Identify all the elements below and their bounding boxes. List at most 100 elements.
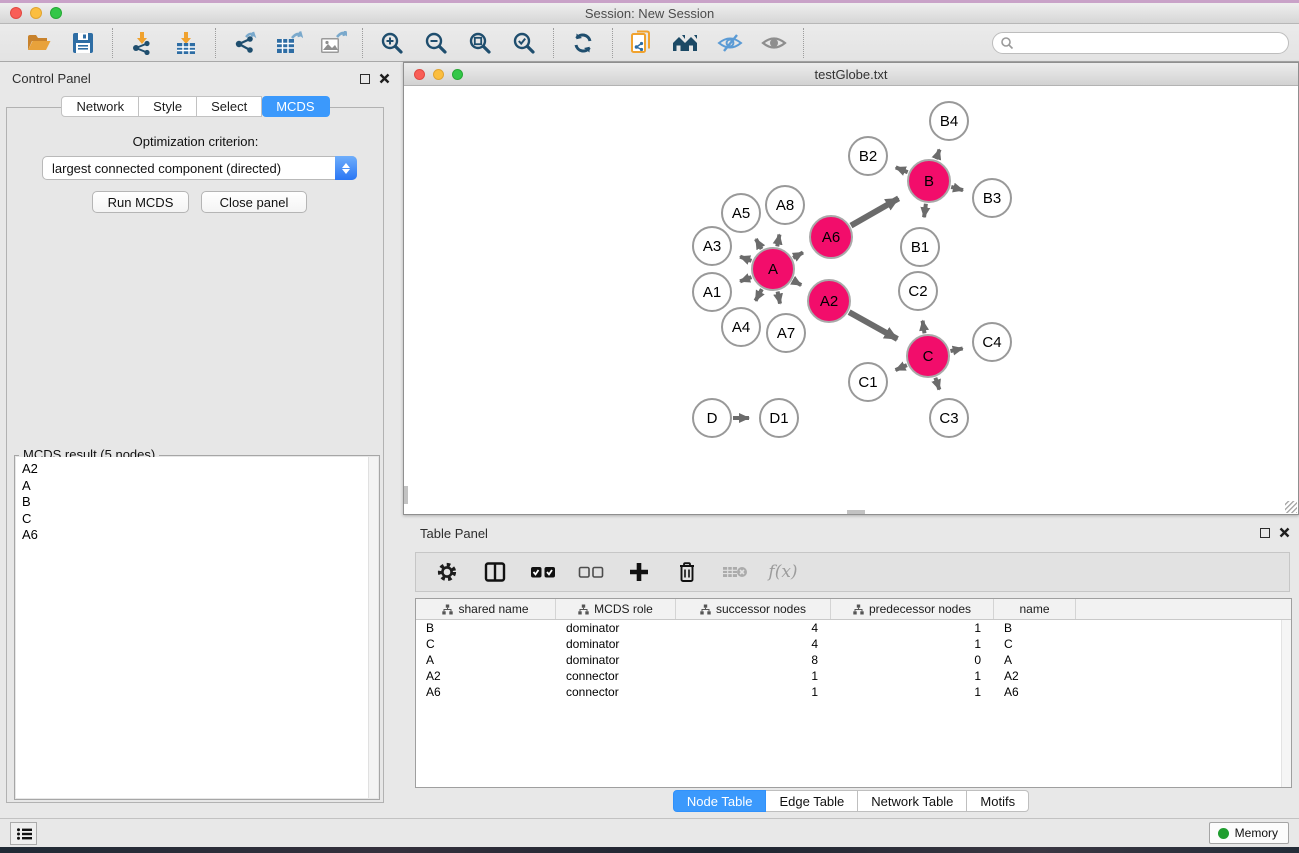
edge-B-B3[interactable]: [951, 187, 963, 190]
tab-edge-table[interactable]: Edge Table: [766, 790, 858, 812]
criterion-dropdown[interactable]: largest connected component (directed): [42, 156, 357, 180]
import-table-icon[interactable]: [171, 29, 201, 57]
mcds-result-list[interactable]: A2ABCA6: [16, 457, 378, 798]
network-window-titlebar[interactable]: testGlobe.txt: [404, 63, 1298, 86]
tab-select[interactable]: Select: [197, 96, 262, 117]
graph-node-C4[interactable]: C4: [972, 322, 1012, 362]
close-window-button[interactable]: [10, 7, 22, 19]
import-network-icon[interactable]: [127, 29, 157, 57]
table-close-panel-icon[interactable]: [1279, 527, 1290, 538]
tab-network-table[interactable]: Network Table: [858, 790, 967, 812]
edge-A-A8[interactable]: [777, 234, 779, 246]
graph-node-A3[interactable]: A3: [692, 226, 732, 266]
table-row[interactable]: Bdominator41B: [416, 620, 1291, 636]
result-item[interactable]: B: [22, 494, 378, 511]
table-row[interactable]: A6connector11A6: [416, 684, 1291, 700]
table-row[interactable]: A2connector11A2: [416, 668, 1291, 684]
result-item[interactable]: C: [22, 511, 378, 528]
save-session-icon[interactable]: [68, 29, 98, 57]
graph-node-C3[interactable]: C3: [929, 398, 969, 438]
close-panel-icon[interactable]: [379, 73, 390, 84]
export-image-icon[interactable]: [318, 29, 348, 57]
open-file-icon[interactable]: [24, 29, 54, 57]
table-row[interactable]: Adominator80A: [416, 652, 1291, 668]
tab-style[interactable]: Style: [139, 96, 197, 117]
hide-selected-icon[interactable]: [715, 29, 745, 57]
edge-A-A2[interactable]: [793, 280, 801, 285]
delete-table-icon[interactable]: [722, 559, 748, 585]
create-column-icon[interactable]: [626, 559, 652, 585]
graph-node-A1[interactable]: A1: [692, 272, 732, 312]
column-header-successor-nodes[interactable]: successor nodes: [676, 599, 831, 619]
graph-node-A4[interactable]: A4: [721, 307, 761, 347]
zoom-in-icon[interactable]: [377, 29, 407, 57]
zoom-fit-icon[interactable]: [465, 29, 495, 57]
graph-node-A8[interactable]: A8: [765, 185, 805, 225]
column-header-shared-name[interactable]: shared name: [416, 599, 556, 619]
edge-A-A7[interactable]: [778, 292, 780, 304]
network-zoom-button[interactable]: [452, 69, 463, 80]
column-header-predecessor-nodes[interactable]: predecessor nodes: [831, 599, 994, 619]
edge-C-C2[interactable]: [923, 321, 925, 334]
result-item[interactable]: A2: [22, 461, 378, 478]
search-field[interactable]: [992, 32, 1289, 54]
select-all-icon[interactable]: [530, 559, 556, 585]
graph-node-A2[interactable]: A2: [807, 279, 851, 323]
graph-node-B4[interactable]: B4: [929, 101, 969, 141]
tab-motifs[interactable]: Motifs: [967, 790, 1029, 812]
graph-node-A7[interactable]: A7: [766, 313, 806, 353]
edge-A-A3[interactable]: [740, 257, 751, 261]
graph-node-B2[interactable]: B2: [848, 136, 888, 176]
deselect-all-icon[interactable]: [578, 559, 604, 585]
show-columns-icon[interactable]: [482, 559, 508, 585]
zoom-window-button[interactable]: [50, 7, 62, 19]
column-header-name[interactable]: name: [994, 599, 1076, 619]
graph-node-B3[interactable]: B3: [972, 178, 1012, 218]
node-table[interactable]: shared nameMCDS rolesuccessor nodesprede…: [415, 598, 1292, 788]
edge-B-B1[interactable]: [924, 204, 926, 217]
table-row[interactable]: Cdominator41C: [416, 636, 1291, 652]
tab-network[interactable]: Network: [61, 96, 139, 117]
window-titlebar[interactable]: Session: New Session: [0, 3, 1299, 24]
edge-A6-B[interactable]: [851, 198, 899, 225]
zoom-out-icon[interactable]: [421, 29, 451, 57]
search-input[interactable]: [1014, 34, 1288, 52]
zoom-selected-icon[interactable]: [509, 29, 539, 57]
export-network-icon[interactable]: [230, 29, 260, 57]
run-mcds-button[interactable]: Run MCDS: [92, 191, 189, 213]
graph-node-C[interactable]: C: [906, 334, 950, 378]
resize-grip[interactable]: [1285, 501, 1297, 513]
graph-node-B[interactable]: B: [907, 159, 951, 203]
tab-node-table[interactable]: Node Table: [673, 790, 767, 812]
function-builder-icon[interactable]: f(x): [770, 559, 796, 585]
clone-network-icon[interactable]: [627, 29, 657, 57]
table-scrollbar[interactable]: [1281, 620, 1291, 787]
minimize-window-button[interactable]: [30, 7, 42, 19]
graph-node-A6[interactable]: A6: [809, 215, 853, 259]
first-neighbors-icon[interactable]: [671, 29, 701, 57]
edge-A-A4[interactable]: [755, 289, 761, 301]
graph-node-D1[interactable]: D1: [759, 398, 799, 438]
table-settings-gear-icon[interactable]: [434, 559, 460, 585]
network-vertical-scrollbar[interactable]: [404, 486, 408, 504]
graph-node-C1[interactable]: C1: [848, 362, 888, 402]
graph-node-B1[interactable]: B1: [900, 227, 940, 267]
edge-A-A6[interactable]: [793, 252, 803, 257]
float-panel-icon[interactable]: [360, 74, 370, 84]
refresh-icon[interactable]: [568, 29, 598, 57]
edge-B-B4[interactable]: [936, 149, 939, 159]
table-float-panel-icon[interactable]: [1260, 528, 1270, 538]
edge-A2-C[interactable]: [849, 312, 897, 339]
edge-A-A1[interactable]: [740, 277, 751, 281]
result-item[interactable]: A: [22, 478, 378, 495]
graph-node-C2[interactable]: C2: [898, 271, 938, 311]
network-canvas[interactable]: B4B2BB3A8A5A6A3B1AA1C2A2A4A7C4CC1C3DD1: [404, 86, 1298, 514]
edge-C-C3[interactable]: [935, 378, 939, 390]
close-panel-button[interactable]: Close panel: [201, 191, 307, 213]
result-item[interactable]: A6: [22, 527, 378, 544]
graph-node-A5[interactable]: A5: [721, 193, 761, 233]
export-table-icon[interactable]: [274, 29, 304, 57]
delete-column-icon[interactable]: [674, 559, 700, 585]
network-close-button[interactable]: [414, 69, 425, 80]
graph-node-D[interactable]: D: [692, 398, 732, 438]
